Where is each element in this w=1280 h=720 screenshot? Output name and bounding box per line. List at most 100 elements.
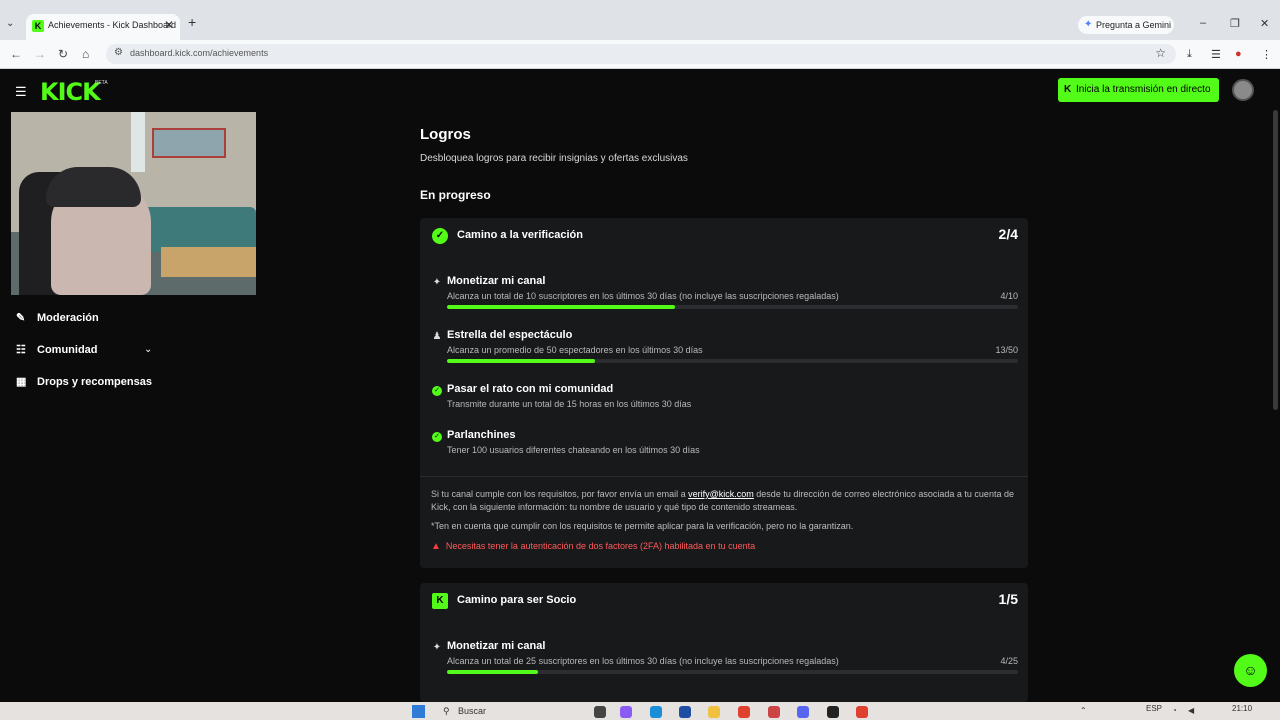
gemini-icon: ✦ bbox=[1084, 19, 1093, 30]
gift-icon: ▦ bbox=[16, 376, 27, 388]
wifi-icon[interactable]: ◔ bbox=[1172, 706, 1177, 715]
help-chat-button[interactable]: ☺ bbox=[1234, 654, 1267, 687]
taskbar-app[interactable] bbox=[827, 706, 839, 718]
verify-email-link[interactable]: verify@kick.com bbox=[688, 489, 754, 499]
url-text: dashboard.kick.com/achievements bbox=[130, 48, 269, 58]
verified-check-icon: ✓ bbox=[432, 228, 448, 244]
kick-icon: K bbox=[1064, 84, 1072, 95]
check-circle-icon: ✓ bbox=[432, 386, 442, 396]
task-title: Pasar el rato con mi comunidad bbox=[447, 383, 614, 395]
taskbar-app[interactable] bbox=[650, 706, 662, 718]
new-tab-icon[interactable]: + bbox=[188, 14, 196, 30]
achievement-card-partner: K Camino para ser Socio 1/5 ✦ Monetizar … bbox=[420, 583, 1028, 702]
profile-icon[interactable]: ● bbox=[1235, 48, 1242, 60]
taskbar-search[interactable]: ⚲ Buscar bbox=[438, 704, 578, 718]
task-desc: Alcanza un total de 10 suscriptores en l… bbox=[447, 291, 839, 301]
task-desc: Alcanza un promedio de 50 espectadores e… bbox=[447, 345, 703, 355]
hamburger-menu-icon[interactable]: ☰ bbox=[15, 84, 27, 100]
scrollbar[interactable] bbox=[1273, 110, 1278, 410]
progress-bar bbox=[447, 305, 1018, 309]
kick-icon: K bbox=[432, 593, 448, 609]
achievement-card-verification: ✓ Camino a la verificación 2/4 ✦ Monetiz… bbox=[420, 218, 1028, 568]
maximize-icon[interactable]: ❐ bbox=[1230, 17, 1240, 30]
page-title: Logros bbox=[420, 126, 471, 143]
sidebar-item-drops[interactable]: ▦ Drops y recompensas bbox=[16, 375, 152, 388]
card-count: 1/5 bbox=[998, 591, 1018, 607]
card-count: 2/4 bbox=[998, 226, 1018, 242]
bookmark-star-icon[interactable]: ☆ bbox=[1155, 46, 1166, 60]
taskbar-app[interactable] bbox=[620, 706, 632, 718]
tray-lang[interactable]: ESP bbox=[1146, 704, 1162, 713]
windows-taskbar: ⚲ Buscar ⌃ ESP ◔ ◀ 21:10 bbox=[0, 702, 1280, 720]
go-live-button[interactable]: K Inicia la transmisión en directo bbox=[1058, 78, 1219, 102]
media-icon[interactable]: ☰ bbox=[1211, 48, 1221, 61]
card-header[interactable]: ✓ Camino a la verificación 2/4 bbox=[432, 226, 1018, 250]
card-header[interactable]: K Camino para ser Socio 1/5 bbox=[432, 591, 1018, 615]
taskbar-app[interactable] bbox=[594, 706, 606, 718]
task-item: ✦ Monetizar mi canal Alcanza un total de… bbox=[432, 275, 1018, 315]
task-progress: 4/25 bbox=[1000, 656, 1018, 666]
progress-fill bbox=[447, 670, 539, 674]
task-progress: 13/50 bbox=[995, 345, 1018, 355]
sparkle-icon: ✦ bbox=[432, 642, 442, 653]
avatar[interactable] bbox=[1232, 79, 1254, 101]
download-icon[interactable]: ⤓ bbox=[1187, 48, 1192, 61]
wrench-icon: ✎ bbox=[16, 312, 26, 324]
taskbar-app[interactable] bbox=[708, 706, 720, 718]
task-title: Monetizar mi canal bbox=[447, 640, 546, 652]
sidebar-item-moderacion[interactable]: ✎ Moderación bbox=[16, 311, 99, 324]
clock[interactable]: 21:10 bbox=[1232, 704, 1252, 713]
verification-disclaimer: *Ten en cuenta que cumplir con los requi… bbox=[431, 521, 854, 531]
browser-top bbox=[0, 0, 1280, 12]
task-item: ✓ Pasar el rato con mi comunidad Transmi… bbox=[432, 383, 1018, 423]
kick-dashboard: ☰ KICK BETA K Inicia la transmisión en d… bbox=[0, 70, 1280, 702]
beta-badge: BETA bbox=[95, 80, 108, 86]
task-desc: Alcanza un total de 25 suscriptores en l… bbox=[447, 656, 839, 666]
task-title: Parlanchines bbox=[447, 429, 516, 441]
site-info-icon[interactable]: ⚙ bbox=[114, 47, 123, 58]
webcam-overlay bbox=[11, 112, 256, 295]
chevron-down-icon[interactable]: ⌄ bbox=[144, 344, 152, 355]
tab-list-icon[interactable]: ⌄ bbox=[6, 18, 14, 29]
card-title: Camino a la verificación bbox=[457, 229, 583, 241]
tab-strip: ⌄ + ✦ Pregunta a Gemini – ❐ ✕ bbox=[0, 12, 1280, 40]
url-field[interactable]: ⚙ dashboard.kick.com/achievements ☆ bbox=[106, 44, 1176, 64]
twofa-warning: ▲ Necesitas tener la autenticación de dos… bbox=[431, 541, 756, 552]
sidebar-item-comunidad[interactable]: ☷ Comunidad bbox=[16, 343, 98, 356]
minimize-icon[interactable]: – bbox=[1200, 17, 1206, 29]
gemini-button[interactable]: ✦ Pregunta a Gemini bbox=[1078, 16, 1174, 34]
taskbar-app[interactable] bbox=[738, 706, 750, 718]
tab-close-icon[interactable]: ✕ bbox=[164, 18, 174, 32]
check-circle-icon: ✓ bbox=[432, 432, 442, 442]
task-item: ✓ Parlanchines Tener 100 usuarios difere… bbox=[432, 429, 1018, 469]
progress-fill bbox=[447, 359, 596, 363]
kick-favicon-icon: K bbox=[32, 20, 44, 32]
back-icon[interactable]: ← bbox=[10, 47, 22, 61]
card-title: Camino para ser Socio bbox=[457, 594, 577, 606]
volume-icon[interactable]: ◀ bbox=[1188, 706, 1194, 715]
verification-note: Si tu canal cumple con los requisitos, p… bbox=[431, 489, 1014, 512]
home-icon[interactable]: ⌂ bbox=[82, 47, 89, 61]
taskbar-app[interactable] bbox=[768, 706, 780, 718]
forward-icon[interactable]: → bbox=[34, 47, 46, 61]
search-icon: ⚲ bbox=[443, 706, 450, 716]
taskbar-app[interactable] bbox=[679, 706, 691, 718]
community-icon: ☷ bbox=[16, 344, 26, 356]
task-progress: 4/10 bbox=[1000, 291, 1018, 301]
task-desc: Transmite durante un total de 15 horas e… bbox=[447, 399, 692, 409]
menu-icon[interactable]: ⋮ bbox=[1261, 48, 1272, 61]
audience-icon: ♟ bbox=[432, 331, 442, 342]
sparkle-icon: ✦ bbox=[432, 277, 442, 288]
taskbar-app[interactable] bbox=[856, 706, 868, 718]
close-window-icon[interactable]: ✕ bbox=[1260, 17, 1269, 30]
tray-chevron-icon[interactable]: ⌃ bbox=[1080, 706, 1087, 715]
progress-bar bbox=[447, 670, 1018, 674]
reload-icon[interactable]: ↻ bbox=[58, 47, 68, 61]
address-bar: ← → ↻ ⌂ ⚙ dashboard.kick.com/achievement… bbox=[0, 40, 1280, 69]
kick-logo[interactable]: KICK bbox=[40, 78, 101, 106]
progress-bar bbox=[447, 359, 1018, 363]
tab-achievements[interactable]: K Achievements - Kick Dashboard ✕ bbox=[26, 14, 180, 40]
windows-start-icon[interactable] bbox=[412, 705, 425, 718]
taskbar-app[interactable] bbox=[797, 706, 809, 718]
tab-title: Achievements - Kick Dashboard bbox=[48, 20, 177, 30]
